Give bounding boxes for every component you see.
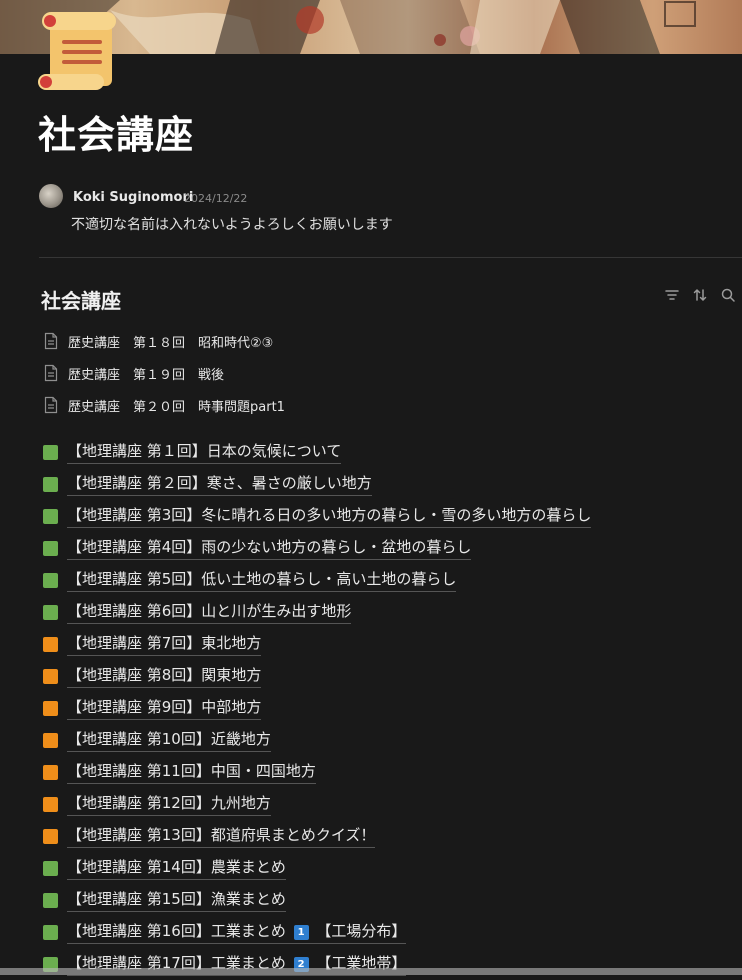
list-item: 【地理講座 第15回】漁業まとめ [43,884,591,916]
lecture-link[interactable]: 【地理講座 第7回】東北地方 [67,632,262,656]
keycap-1-icon: 1 [293,925,309,940]
green-square-icon [43,924,58,940]
scroll-icon [38,12,116,90]
lecture-link[interactable]: 【地理講座 第２回】寒さ、暑さの厳しい地方 [67,472,372,496]
document-icon [44,364,58,382]
green-square-icon [43,860,58,876]
document-icon [44,396,58,414]
green-square-icon [43,892,58,908]
database-toolbar [664,287,736,303]
comment-text: 不適切な名前は入れないようよろしくお願いします [71,217,393,233]
page-row[interactable]: 歴史講座 第１９回 戦後 [43,357,285,389]
comment-author[interactable]: Koki Suginomori [73,190,193,205]
green-square-icon [43,572,58,588]
list-item: 【地理講座 第１回】日本の気候について [43,436,591,468]
list-item: 【地理講座 第13回】都道府県まとめクイズ！ [43,820,591,852]
page-title-text: 歴史講座 第１８回 昭和時代②③ [68,335,274,351]
lecture-link[interactable]: 【地理講座 第10回】近畿地方 [67,728,271,752]
list-item: 【地理講座 第11回】中国・四国地方 [43,756,591,788]
orange-square-icon [43,796,58,812]
lecture-list: 【地理講座 第１回】日本の気候について 【地理講座 第２回】寒さ、暑さの厳しい地… [43,436,592,980]
lecture-link[interactable]: 【地理講座 第12回】九州地方 [67,792,271,816]
green-square-icon [43,540,58,556]
orange-square-icon [43,700,58,716]
list-item: 【地理講座 第17回】工業まとめ 2 【工業地帯】 [43,948,591,980]
green-square-icon [43,444,58,460]
list-item: 【地理講座 第5回】低い土地の暮らし・高い土地の暮らし [43,564,591,596]
page-row[interactable]: 歴史講座 第１８回 昭和時代②③ [43,325,285,357]
comment-date: 2024/12/22 [184,192,248,205]
orange-square-icon [43,764,58,780]
list-item: 【地理講座 第3回】冬に晴れる日の多い地方の暮らし・雪の多い地方の暮らし [43,500,592,532]
green-square-icon [43,476,58,492]
lecture-link[interactable]: 【地理講座 第１回】日本の気候について [67,440,342,464]
orange-square-icon [43,828,58,844]
orange-square-icon [43,636,58,652]
list-item: 【地理講座 第6回】山と川が生み出す地形 [43,596,591,628]
list-item: 【地理講座 第16回】工業まとめ 1 【工場分布】 [43,916,591,948]
list-item: 【地理講座 第12回】九州地方 [43,788,591,820]
scroll-edge [0,968,742,975]
page-title-text: 歴史講座 第１９回 戦後 [68,367,225,383]
page-title-text: 歴史講座 第２０回 時事問題part1 [68,399,285,415]
green-square-icon [43,604,58,620]
divider [39,257,742,258]
list-item: 【地理講座 第9回】中部地方 [43,692,591,724]
document-icon [44,332,58,350]
list-item: 【地理講座 第7回】東北地方 [43,628,591,660]
filter-icon[interactable] [664,287,680,303]
lecture-link[interactable]: 【地理講座 第4回】雨の少ない地方の暮らし・盆地の暮らし [67,536,472,560]
list-item: 【地理講座 第8回】関東地方 [43,660,591,692]
lecture-link[interactable]: 【地理講座 第6回】山と川が生み出す地形 [67,600,352,624]
avatar[interactable] [39,184,63,208]
green-square-icon [43,508,58,524]
orange-square-icon [43,732,58,748]
orange-square-icon [43,668,58,684]
lecture-link[interactable]: 【地理講座 第9回】中部地方 [67,696,262,720]
lecture-link-suffix: 【工場分布】 [316,922,407,940]
page-title: 社会講座 [38,113,195,157]
lecture-link[interactable]: 【地理講座 第15回】漁業まとめ [67,888,286,912]
lecture-link[interactable]: 【地理講座 第13回】都道府県まとめクイズ！ [67,824,376,848]
lecture-link[interactable]: 【地理講座 第11回】中国・四国地方 [67,760,316,784]
lecture-link[interactable]: 【地理講座 第14回】農業まとめ [67,856,286,880]
lecture-link-text: 【地理講座 第16回】工業まとめ [67,922,286,940]
list-item: 【地理講座 第10回】近畿地方 [43,724,591,756]
page-row[interactable]: 歴史講座 第２０回 時事問題part1 [43,389,285,421]
list-item: 【地理講座 第２回】寒さ、暑さの厳しい地方 [43,468,591,500]
lecture-link[interactable]: 【地理講座 第8回】関東地方 [67,664,262,688]
lecture-link[interactable]: 【地理講座 第5回】低い土地の暮らし・高い土地の暮らし [67,568,457,592]
database-title[interactable]: 社会講座 [41,285,121,314]
database-page-list: 歴史講座 第１８回 昭和時代②③ 歴史講座 第１９回 戦後 歴史講座 第２０回 … [43,325,285,421]
lecture-link[interactable]: 【地理講座 第16回】工業まとめ 1 【工場分布】 [67,920,407,944]
list-item: 【地理講座 第14回】農業まとめ [43,852,591,884]
lecture-link[interactable]: 【地理講座 第3回】冬に晴れる日の多い地方の暮らし・雪の多い地方の暮らし [67,504,592,528]
sort-icon[interactable] [692,287,708,303]
search-icon[interactable] [720,287,736,303]
list-item: 【地理講座 第4回】雨の少ない地方の暮らし・盆地の暮らし [43,532,591,564]
